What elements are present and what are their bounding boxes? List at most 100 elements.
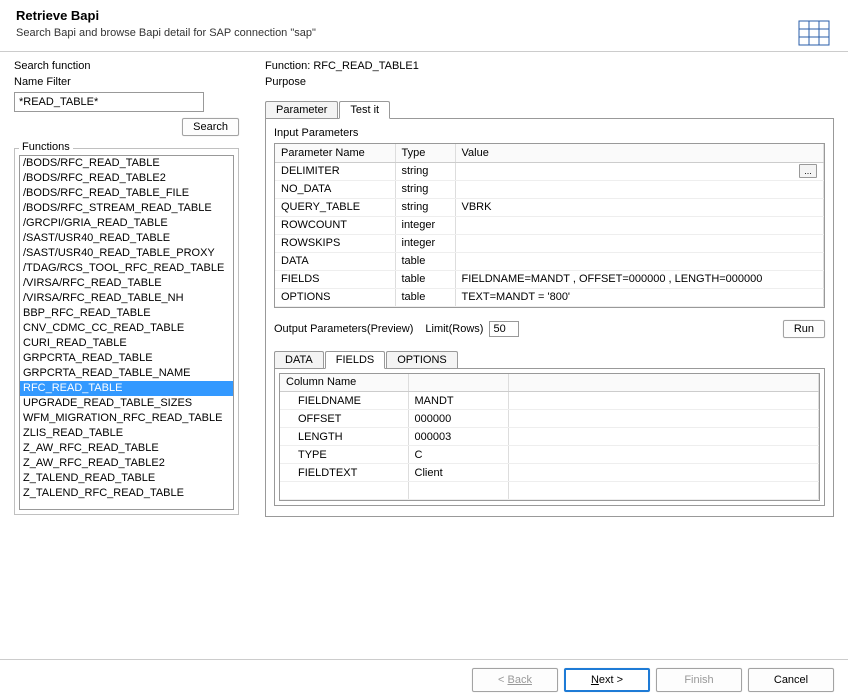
param-value[interactable] (455, 252, 824, 270)
ellipsis-button[interactable]: ... (799, 164, 817, 178)
list-item[interactable]: Z_AW_RFC_READ_TABLE2 (20, 456, 233, 471)
param-value[interactable]: ... (455, 162, 824, 180)
tab-body-test: Input Parameters Parameter Name Type Val… (265, 118, 834, 517)
list-item[interactable]: CURI_READ_TABLE (20, 336, 233, 351)
param-value[interactable] (455, 180, 824, 198)
col-column-value[interactable] (408, 374, 508, 392)
param-type: integer (395, 234, 455, 252)
finish-button[interactable]: Finish (656, 668, 742, 692)
field-value: MANDT (408, 392, 508, 410)
function-line: Function: RFC_READ_TABLE1 (265, 60, 834, 72)
param-value[interactable]: FIELDNAME=MANDT , OFFSET=000000 , LENGTH… (455, 270, 824, 288)
list-item[interactable]: CNV_CDMC_CC_READ_TABLE (20, 321, 233, 336)
left-panel: Search function Name Filter Search Funct… (14, 60, 239, 517)
table-row (280, 482, 819, 500)
table-row[interactable]: NO_DATAstring (275, 180, 824, 198)
tab-data[interactable]: DATA (274, 351, 324, 368)
list-item[interactable]: ZLIS_READ_TABLE (20, 426, 233, 441)
list-item[interactable]: /VIRSA/RFC_READ_TABLE (20, 276, 233, 291)
list-item[interactable]: /BODS/RFC_READ_TABLE_FILE (20, 186, 233, 201)
purpose-line: Purpose (265, 76, 834, 88)
table-row[interactable]: OPTIONStableTEXT=MANDT = '800' (275, 288, 824, 306)
list-item[interactable]: /TDAG/RCS_TOOL_RFC_READ_TABLE (20, 261, 233, 276)
table-row[interactable]: QUERY_TABLEstringVBRK (275, 198, 824, 216)
table-row[interactable]: LENGTH000003 (280, 428, 819, 446)
table-row[interactable]: FIELDStableFIELDNAME=MANDT , OFFSET=0000… (275, 270, 824, 288)
main-tabs: Parameter Test it Input Parameters Param… (265, 100, 834, 517)
search-section-label: Search function (14, 60, 239, 72)
divider (0, 51, 848, 52)
table-row[interactable]: DATAtable (275, 252, 824, 270)
table-row[interactable]: OFFSET000000 (280, 410, 819, 428)
tab-fields[interactable]: FIELDS (325, 351, 386, 369)
search-button[interactable]: Search (182, 118, 239, 136)
col-value[interactable]: Value (455, 144, 824, 162)
function-label: Function: (265, 60, 310, 72)
page-title: Retrieve Bapi (16, 8, 832, 23)
param-value[interactable] (455, 216, 824, 234)
limit-rows-input[interactable] (489, 321, 519, 337)
input-params-table: Parameter Name Type Value DELIMITERstrin… (274, 143, 825, 308)
tab-options[interactable]: OPTIONS (386, 351, 458, 368)
list-item[interactable]: Z_TALEND_RFC_READ_TABLE (20, 486, 233, 501)
table-row[interactable]: TYPEC (280, 446, 819, 464)
param-type: string (395, 198, 455, 216)
field-value: 000000 (408, 410, 508, 428)
run-button[interactable]: Run (783, 320, 825, 338)
field-extra (508, 410, 819, 428)
functions-group: Functions /BODS/RFC_READ_TABLE/BODS/RFC_… (14, 148, 239, 515)
right-panel: Function: RFC_READ_TABLE1 Purpose Parame… (265, 60, 834, 517)
param-type: string (395, 180, 455, 198)
list-item[interactable]: BBP_RFC_READ_TABLE (20, 306, 233, 321)
list-item[interactable]: /GRCPI/GRIA_READ_TABLE (20, 216, 233, 231)
col-param-name[interactable]: Parameter Name (275, 144, 395, 162)
table-row[interactable]: FIELDNAMEMANDT (280, 392, 819, 410)
cancel-button[interactable]: Cancel (748, 668, 834, 692)
list-item[interactable]: Z_TALEND_READ_TABLE (20, 471, 233, 486)
param-name: ROWSKIPS (275, 234, 395, 252)
limit-rows-label: Limit(Rows) (425, 323, 483, 335)
param-value[interactable]: TEXT=MANDT = '800' (455, 288, 824, 306)
field-name: TYPE (280, 446, 408, 464)
name-filter-label: Name Filter (14, 76, 239, 88)
next-button[interactable]: Next > (564, 668, 650, 692)
back-button[interactable]: < Back (472, 668, 558, 692)
list-item[interactable]: /VIRSA/RFC_READ_TABLE_NH (20, 291, 233, 306)
param-value[interactable] (455, 234, 824, 252)
output-params-label: Output Parameters(Preview) (274, 323, 413, 335)
param-value[interactable]: VBRK (455, 198, 824, 216)
list-item[interactable]: WFM_MIGRATION_RFC_READ_TABLE (20, 411, 233, 426)
table-icon (798, 20, 830, 46)
table-row[interactable]: ROWCOUNTinteger (275, 216, 824, 234)
col-type[interactable]: Type (395, 144, 455, 162)
tab-test-it[interactable]: Test it (339, 101, 390, 119)
tab-body-fields: Column Name FIELDNAMEMANDTOFFSET000000LE… (274, 368, 825, 507)
list-item[interactable]: RFC_READ_TABLE (20, 381, 233, 396)
col-column-name[interactable]: Column Name (280, 374, 408, 392)
functions-group-label: Functions (19, 141, 73, 153)
list-item[interactable]: /SAST/USR40_READ_TABLE (20, 231, 233, 246)
list-item[interactable]: UPGRADE_READ_TABLE_SIZES (20, 396, 233, 411)
field-value: 000003 (408, 428, 508, 446)
field-name: LENGTH (280, 428, 408, 446)
field-extra (508, 428, 819, 446)
list-item[interactable]: GRPCRTA_READ_TABLE_NAME (20, 366, 233, 381)
wizard-footer: < Back Next > Finish Cancel (0, 659, 848, 700)
table-row[interactable]: FIELDTEXTClient (280, 464, 819, 482)
param-type: integer (395, 216, 455, 234)
list-item[interactable]: /BODS/RFC_READ_TABLE2 (20, 171, 233, 186)
tab-parameter[interactable]: Parameter (265, 101, 338, 118)
table-row[interactable]: DELIMITERstring... (275, 162, 824, 180)
field-name: OFFSET (280, 410, 408, 428)
list-item[interactable]: /SAST/USR40_READ_TABLE_PROXY (20, 246, 233, 261)
list-item[interactable]: /BODS/RFC_STREAM_READ_TABLE (20, 201, 233, 216)
name-filter-input[interactable] (14, 92, 204, 112)
table-row[interactable]: ROWSKIPSinteger (275, 234, 824, 252)
functions-list[interactable]: /BODS/RFC_READ_TABLE/BODS/RFC_READ_TABLE… (19, 155, 234, 510)
list-item[interactable]: Z_AW_RFC_READ_TABLE (20, 441, 233, 456)
function-name: RFC_READ_TABLE1 (313, 60, 419, 72)
list-item[interactable]: GRPCRTA_READ_TABLE (20, 351, 233, 366)
list-item[interactable]: /BODS/RFC_READ_TABLE (20, 156, 233, 171)
col-column-extra[interactable] (508, 374, 819, 392)
output-sub-tabs: DATA FIELDS OPTIONS Column Name (274, 350, 825, 507)
